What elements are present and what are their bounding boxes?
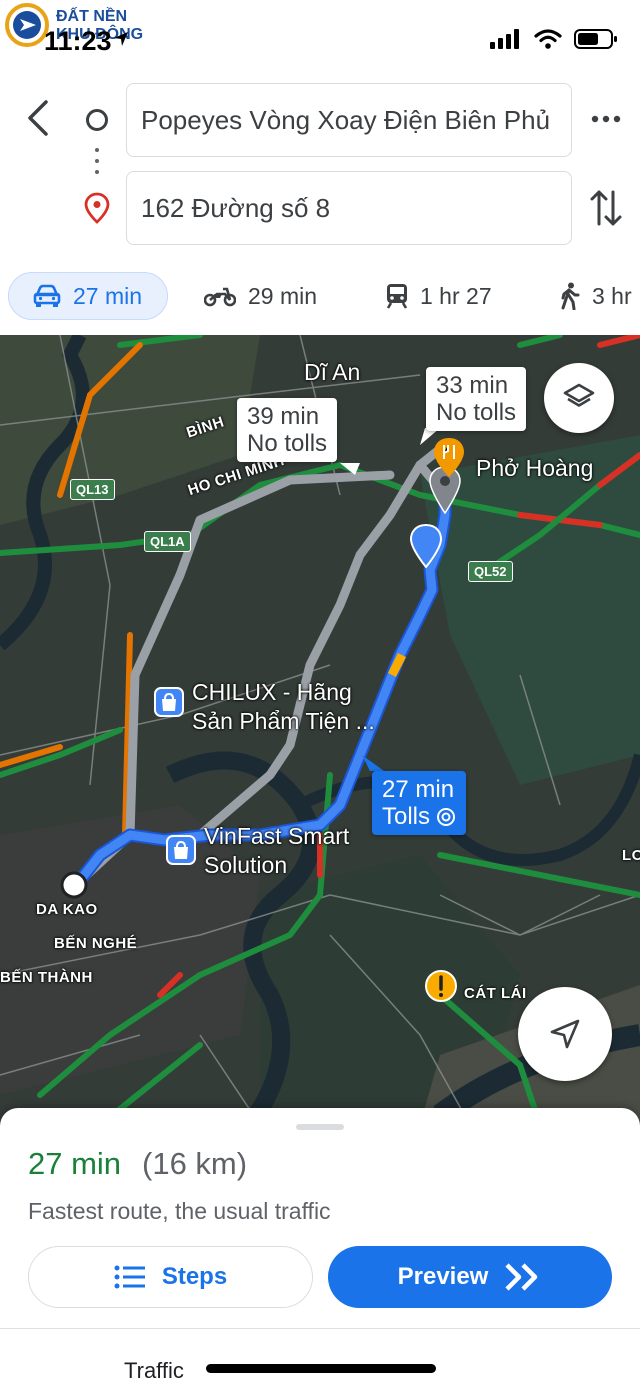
alt-route-1-note: No tolls [247, 430, 328, 457]
traffic-label[interactable]: Traffic [124, 1358, 184, 1384]
road-badge-ql13: QL13 [70, 479, 115, 500]
route-summary-sheet: 27 min (16 km) Fastest route, the usual … [0, 1108, 640, 1386]
road-badge-ql1a: QL1A [144, 531, 191, 552]
travel-mode-tabs: 27 min 29 min 1 hr 27 3 hr [0, 272, 640, 324]
alt-route-callout-2[interactable]: 33 min No tolls [426, 367, 527, 431]
layers-button[interactable] [544, 363, 614, 433]
steps-button[interactable]: Steps [28, 1246, 313, 1308]
map-label-cat-lai: CÁT LÁI [464, 985, 527, 1002]
map-label-lo: LO [622, 847, 640, 864]
car-icon [33, 284, 61, 307]
walk-icon [561, 282, 580, 310]
road-badge-ql52: QL52 [468, 561, 513, 582]
tab-walking[interactable]: 3 hr [540, 272, 640, 320]
map-label-ben-nghe: BẾN NGHÉ [54, 935, 138, 952]
shopping-bag-icon[interactable] [154, 687, 184, 717]
alt-route-2-time: 33 min [436, 372, 509, 399]
route-dots-icon [94, 148, 100, 178]
layers-icon [563, 383, 595, 407]
shopping-bag-icon[interactable] [166, 835, 196, 865]
main-route-callout[interactable]: 27 min Tolls [372, 771, 467, 835]
toll-icon [437, 807, 456, 826]
battery-icon [574, 29, 617, 49]
alt-route-2-note: No tolls [436, 399, 517, 426]
motorbike-time: 29 min [248, 282, 318, 309]
preview-label: Preview [397, 1263, 489, 1290]
map-view[interactable]: Dĩ An BÌNH HO CHI MINH Phở Hoàng QL13 QL… [0, 335, 640, 1125]
route-duration: 27 min [28, 1146, 122, 1181]
bag-glyph-icon [162, 692, 176, 711]
origin-marker[interactable] [60, 871, 88, 899]
location-arrow-icon [114, 32, 128, 46]
map-label-chilux-2: Sản Phẩm Tiện ... [192, 708, 375, 734]
map-label-pho-hoang: Phở Hoàng [476, 455, 594, 481]
list-icon [114, 1265, 145, 1289]
train-icon [386, 284, 408, 309]
back-button[interactable] [20, 98, 56, 138]
main-route-time: 27 min [382, 776, 455, 803]
origin-field[interactable]: Popeyes Vòng Xoay Điện Biên Phủ [126, 83, 572, 157]
map-label-da-kao: DA KAO [36, 901, 98, 918]
map-label-ben-thanh: BẾN THÀNH [0, 969, 93, 986]
route-description: Fastest route, the usual traffic [28, 1198, 331, 1224]
destination-field[interactable]: 162 Đường số 8 [126, 171, 572, 245]
navigation-arrow-icon [550, 1019, 580, 1049]
map-label-vinfast-2: Solution [204, 852, 288, 878]
watermark-line-1: ĐẤT NỀN [56, 8, 128, 25]
origin-circle-icon [86, 109, 108, 131]
motorbike-icon [204, 287, 236, 307]
tab-motorbike[interactable]: 29 min [184, 272, 337, 320]
tab-transit[interactable]: 1 hr 27 [366, 272, 512, 320]
swap-direction-icon[interactable] [588, 186, 624, 230]
alt-route-1-time: 39 min [247, 403, 320, 430]
double-chevron-icon [505, 1263, 538, 1291]
home-indicator[interactable] [206, 1364, 436, 1373]
signal-icon [490, 29, 519, 49]
map-label-chilux-1: CHILUX - Hãng [192, 679, 352, 705]
my-location-button[interactable] [518, 987, 612, 1081]
status-icons [490, 28, 618, 50]
route-distance: (16 km) [142, 1146, 248, 1181]
status-time: 11:23 [44, 26, 112, 56]
more-options-icon[interactable] [588, 104, 624, 134]
sheet-divider [0, 1328, 640, 1329]
walking-time: 3 hr [592, 282, 632, 309]
steps-label: Steps [161, 1263, 228, 1290]
alt-route-callout-1[interactable]: 39 min No tolls [237, 398, 338, 462]
driving-time: 27 min [73, 282, 143, 309]
main-route-note: Tolls [382, 803, 431, 830]
drag-handle[interactable] [296, 1124, 344, 1130]
bag-glyph-icon [174, 840, 188, 859]
tab-driving[interactable]: 27 min [8, 272, 168, 320]
map-label-di-an: Dĩ An [304, 359, 361, 385]
preview-button[interactable]: Preview [328, 1246, 612, 1308]
map-label-vinfast-1: VinFast Smart [204, 823, 350, 849]
wifi-icon [534, 29, 562, 49]
transit-time: 1 hr 27 [420, 282, 492, 309]
destination-pin-icon [84, 192, 110, 224]
status-bar: ĐẤT NỀN KHU ĐÔNG 11:23 [0, 0, 640, 80]
